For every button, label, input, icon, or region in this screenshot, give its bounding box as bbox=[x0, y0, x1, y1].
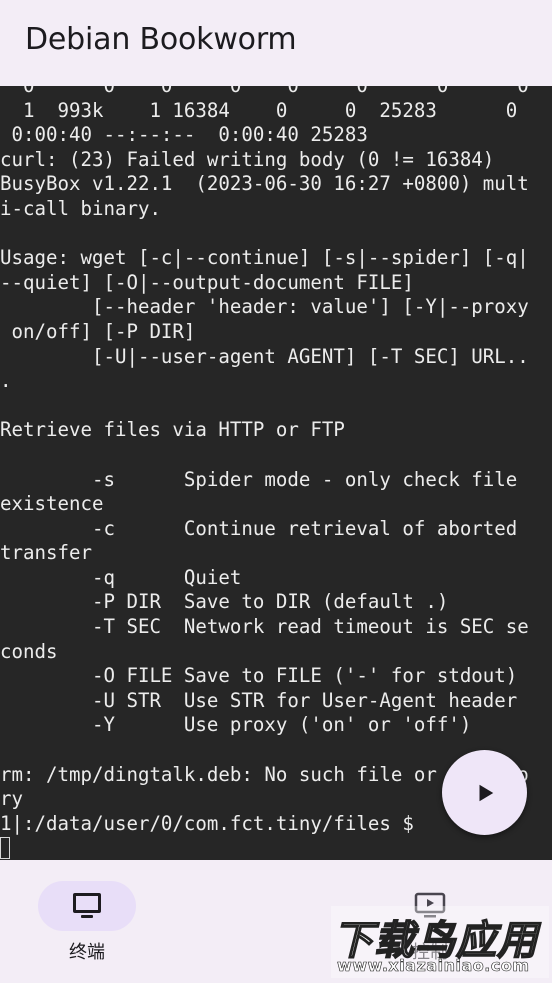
terminal-line: 1 993k 1 16384 0 0 25283 0 bbox=[0, 98, 518, 122]
terminal-line: -O FILE Save to FILE ('-' for stdout) bbox=[0, 664, 518, 688]
watermark-logo: 下载鸟应用 www.xiazainiao.com bbox=[331, 906, 549, 978]
terminal-line: curl: (23) Failed writing body (0 != 163… bbox=[0, 147, 495, 171]
watermark-url: www.xiazainiao.com bbox=[337, 956, 530, 976]
terminal-cursor[interactable] bbox=[0, 837, 10, 860]
terminal-line: -Y Use proxy ('on' or 'off') bbox=[0, 713, 472, 737]
nav-item-terminal[interactable]: 终端 bbox=[0, 860, 200, 983]
terminal-output: 0 0 0 0 0 0 0 0 1 993k 1 16384 0 0 25283… bbox=[0, 86, 529, 860]
terminal-line: -U STR Use STR for User-Agent header bbox=[0, 688, 518, 712]
nav-label-terminal: 终端 bbox=[69, 942, 105, 963]
terminal-view[interactable]: 0 0 0 0 0 0 0 0 1 993k 1 16384 0 0 25283… bbox=[0, 86, 552, 860]
monitor-icon bbox=[73, 893, 101, 918]
terminal-line: [--header 'header: value'] [-Y|--proxy bbox=[0, 295, 529, 319]
terminal-line: conds bbox=[0, 639, 58, 663]
app-title: Debian Bookworm bbox=[25, 22, 297, 57]
terminal-line: BusyBox v1.22.1 (2023-06-30 16:27 +0800)… bbox=[0, 172, 529, 196]
terminal-line: -c Continue retrieval of aborted bbox=[0, 516, 518, 540]
terminal-line: 0:00:40 --:--:-- 0:00:40 25283 bbox=[0, 123, 368, 147]
terminal-line: -s Spider mode - only check file bbox=[0, 467, 518, 491]
terminal-line: Usage: wget [-c|--continue] [-s|--spider… bbox=[0, 246, 529, 270]
terminal-line: . bbox=[0, 369, 12, 393]
top-app-bar: Debian Bookworm bbox=[0, 0, 552, 86]
terminal-line: Retrieve files via HTTP or FTP bbox=[0, 418, 345, 442]
terminal-cursor-line[interactable] bbox=[0, 836, 529, 860]
terminal-line: -q Quiet bbox=[0, 565, 242, 589]
terminal-line: -T SEC Network read timeout is SEC se bbox=[0, 615, 529, 639]
terminal-line: -P DIR Save to DIR (default .) bbox=[0, 590, 449, 614]
terminal-line: transfer bbox=[0, 541, 92, 565]
run-button[interactable] bbox=[442, 750, 527, 835]
terminal-line: existence bbox=[0, 492, 104, 516]
terminal-line: [-U|--user-agent AGENT] [-T SEC] URL.. bbox=[0, 344, 529, 368]
terminal-line: on/off] [-P DIR] bbox=[0, 319, 196, 343]
terminal-line: --quiet] [-O|--output-document FILE] bbox=[0, 270, 414, 294]
terminal-line: i-call binary. bbox=[0, 196, 161, 220]
terminal-line: 0 0 0 0 0 0 0 0 bbox=[0, 86, 529, 99]
terminal-prompt: 1|:/data/user/0/com.fct.tiny/files $ bbox=[0, 811, 426, 835]
play-icon bbox=[479, 784, 493, 801]
